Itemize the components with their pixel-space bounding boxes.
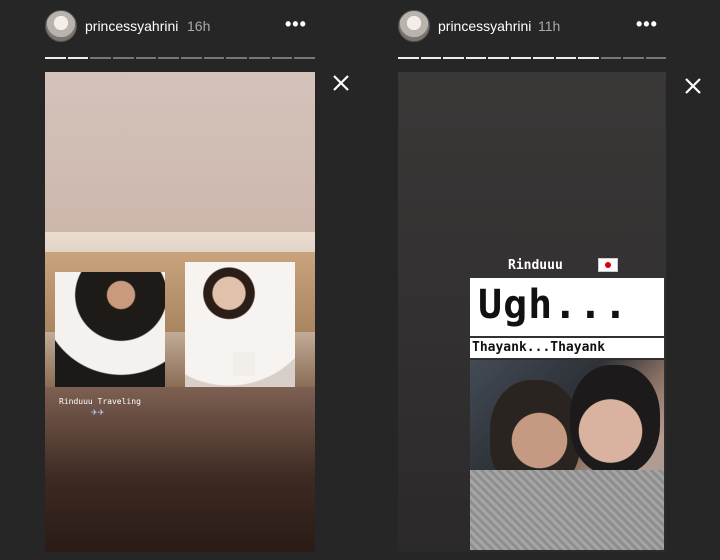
person-figure [55, 272, 165, 387]
avatar[interactable] [398, 10, 430, 42]
subline-box: Thayank...Thayank [470, 338, 664, 358]
progress-segment [181, 57, 202, 59]
username[interactable]: princessyahrini [85, 18, 178, 34]
progress-segment [45, 57, 66, 59]
story-photo [470, 360, 664, 550]
progress-segment [135, 57, 157, 59]
more-options-icon[interactable]: ••• [285, 14, 307, 35]
story-panel-left: princessyahrini 16h ••• Rinduuu Travelin… [0, 0, 360, 560]
progress-bar [45, 57, 316, 59]
progress-segment [488, 57, 509, 59]
story-panel-right: princessyahrini 11h ••• Rinduuu Ugh... T… [360, 0, 720, 560]
progress-segment [600, 57, 621, 59]
progress-segment [158, 57, 180, 59]
progress-segment [226, 57, 248, 59]
more-options-icon[interactable]: ••• [636, 14, 658, 35]
person-figure [570, 365, 660, 475]
progress-segment [533, 57, 554, 59]
progress-bar [398, 57, 666, 59]
cup-shape [233, 352, 255, 376]
story-content[interactable]: Rinduuu Ugh... Thayank...Thayank [398, 72, 666, 552]
airplane-emoji: ✈✈ [91, 408, 105, 417]
story-header: princessyahrini 11h ••• [398, 10, 668, 46]
progress-segment [623, 57, 644, 59]
progress-segment [203, 57, 225, 59]
progress-segment [271, 57, 293, 59]
post-time: 16h [187, 18, 211, 34]
story-header: princessyahrini 16h ••• [45, 10, 315, 46]
progress-segment [294, 57, 316, 59]
avatar[interactable] [45, 10, 77, 42]
headline-text: Ugh... [478, 282, 629, 328]
subline-text: Thayank...Thayank [472, 340, 606, 355]
progress-segment [443, 57, 464, 59]
progress-segment [645, 57, 666, 59]
progress-segment [398, 57, 419, 59]
headline-box: Ugh... [470, 278, 664, 336]
background-gradient [45, 72, 315, 232]
progress-segment [67, 57, 89, 59]
japan-flag-icon [598, 258, 618, 272]
sweater-texture [470, 470, 664, 550]
progress-segment [555, 57, 576, 59]
post-time: 11h [538, 18, 561, 34]
progress-segment [510, 57, 531, 59]
story-caption: Rinduuu Traveling [59, 397, 141, 406]
progress-segment [465, 57, 486, 59]
close-icon[interactable] [330, 72, 352, 94]
close-icon[interactable] [682, 75, 704, 97]
sticker-text: Rinduuu [508, 258, 563, 273]
progress-segment [420, 57, 441, 59]
story-photo [45, 232, 315, 387]
story-content[interactable]: Rinduuu Traveling ✈✈ [45, 72, 315, 552]
username[interactable]: princessyahrini [438, 18, 531, 34]
progress-segment [113, 57, 134, 59]
progress-segment [578, 57, 599, 59]
progress-segment [90, 57, 112, 59]
background-gradient [45, 387, 315, 552]
progress-segment [249, 57, 270, 59]
